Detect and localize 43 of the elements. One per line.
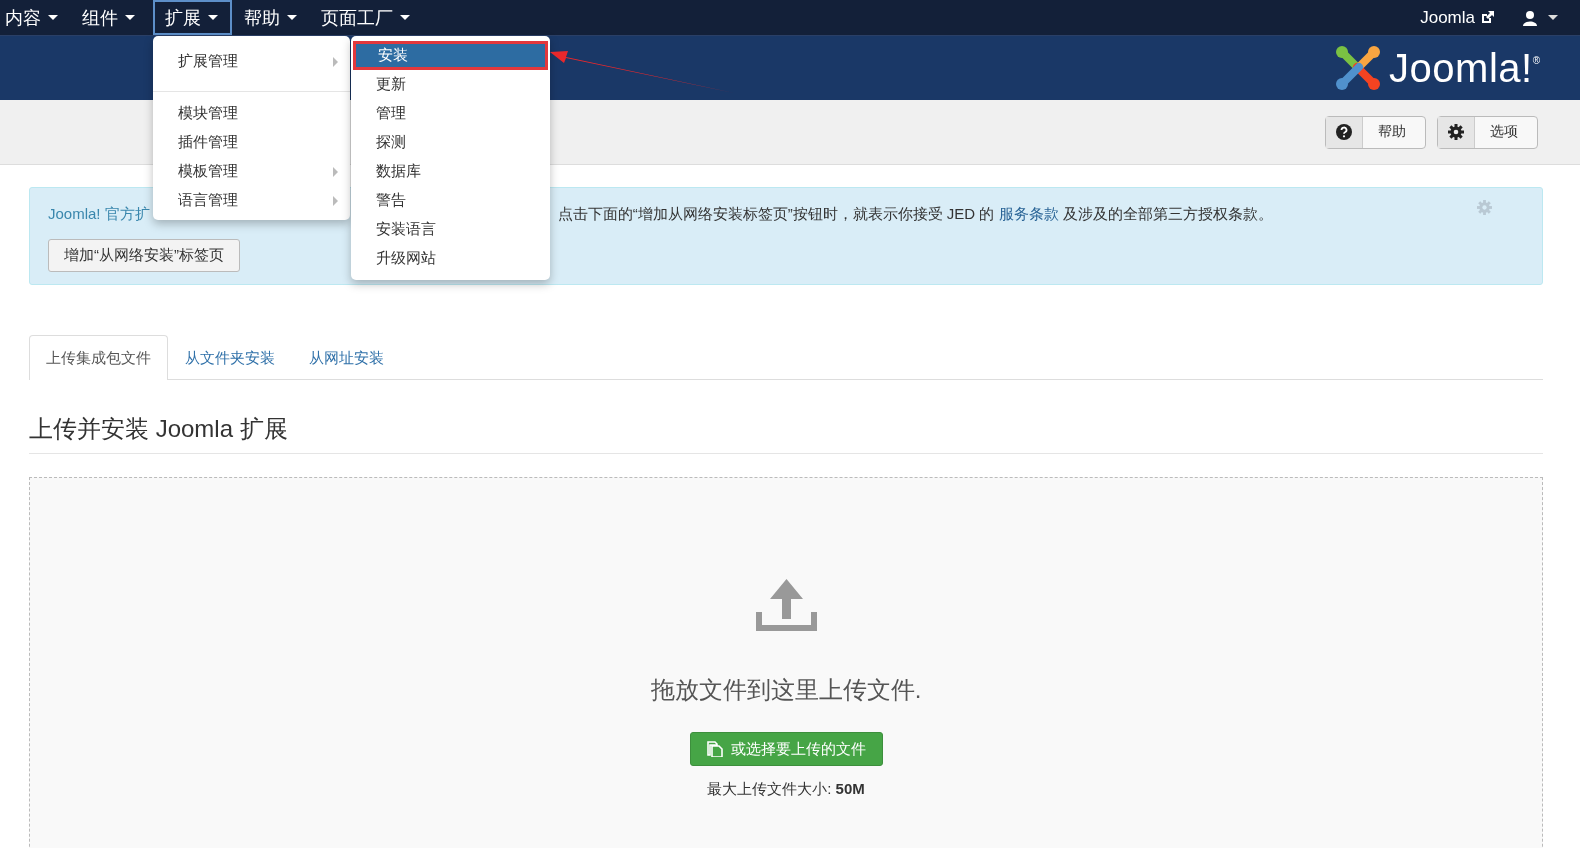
terms-link[interactable]: 服务条款 [998,205,1059,222]
submenu-arrow-icon [333,56,338,67]
section-heading: 上传并安装 Joomla 扩展 [29,413,1543,454]
drop-zone[interactable]: 拖放文件到这里上传文件. 或选择要上传的文件 最大上传文件大小: 50M [29,477,1543,848]
registered-mark: ® [1532,55,1540,66]
user-icon [1522,9,1538,26]
add-tab-button[interactable]: 增加“从网络安装”标签页 [48,239,240,272]
site-link[interactable]: Joomla [1420,7,1475,28]
submenu-item[interactable]: 探测 [351,128,550,157]
submenu-arrow-icon [333,195,338,206]
external-link-icon [1481,11,1494,24]
dropdown-item[interactable]: 模块管理 [153,99,350,128]
toolbar-button[interactable]: 帮助 [1325,115,1426,149]
alert-text: Joomla! 官方扩 [48,205,150,224]
help-icon [1336,124,1352,140]
submenu-item[interactable]: 警告 [351,186,550,215]
copy-icon [706,741,723,757]
tab[interactable]: 上传集成包文件 [29,335,168,380]
submenu-item[interactable]: 更新 [351,70,550,99]
submenu-arrow-icon [333,166,338,177]
dropdown-item[interactable]: 插件管理 [153,128,350,157]
tab[interactable]: 从网址安装 [292,335,401,380]
menu-item[interactable]: 页面工厂 [315,0,422,35]
toolbar-button[interactable]: 选项 [1437,115,1538,149]
submenu-item[interactable]: 数据库 [351,157,550,186]
menu-item[interactable]: 组件 [76,0,147,35]
user-menu-button[interactable] [1522,9,1558,26]
tab[interactable]: 从文件夹安装 [168,335,292,380]
alert-text: 点击下面的“增加从网络安装标签页”按钮时，就表示你接受 JED 的 服务条款 及涉及的全部第三方授权条款。 [557,205,1273,224]
submenu-item[interactable]: 升级网站 [351,244,550,273]
submenu-item[interactable]: 安装语言 [351,215,550,244]
submenu-item[interactable]: 安装 [353,41,548,70]
max-size-text: 最大上传文件大小: 50M [707,780,865,799]
menu-item[interactable]: 内容 [0,0,70,35]
logo-text: Joomla! [1389,45,1533,91]
upload-icon [755,579,817,631]
drop-message: 拖放文件到这里上传文件. [650,675,922,705]
logo-icon [1335,45,1382,91]
menu-item[interactable]: 帮助 [238,0,309,35]
settings-icon [1448,124,1464,140]
submenu-item[interactable]: 管理 [351,99,550,128]
dropdown-item[interactable]: 语言管理 [153,186,350,215]
dropdown-item[interactable]: 模板管理 [153,157,350,186]
